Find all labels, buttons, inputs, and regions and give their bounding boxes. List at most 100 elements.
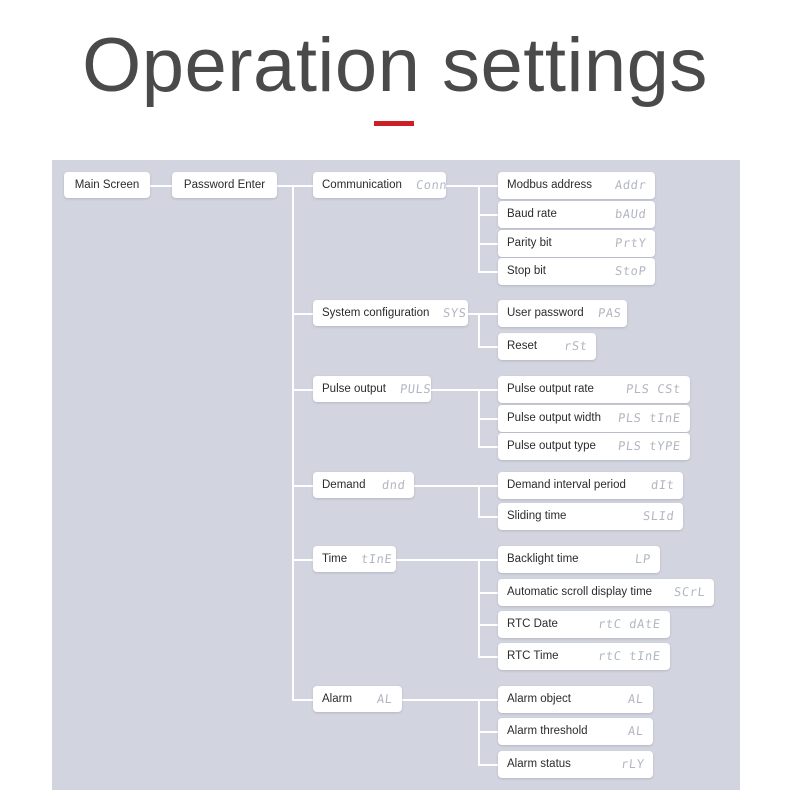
node-group-communication-label: Communication [322,179,402,191]
node-item-sliding-time-code: SLId [642,509,675,523]
connector-demand-item-0 [478,485,498,487]
node-group-system-configuration-code: SYS [442,306,468,320]
connector-comm-item-3 [478,271,498,273]
node-item-stop-bit-label: Stop bit [507,265,546,277]
node-main-screen-label: Main Screen [74,179,140,191]
node-group-time[interactable]: Time tInE [313,546,396,572]
connector-system-item-1 [478,346,498,348]
connector-comm-item-2 [478,243,498,245]
node-item-baud-rate-code: bAUd [614,207,647,221]
node-item-stop-bit[interactable]: Stop bit StoP [498,258,655,285]
connector-trunk-to-communication [292,185,313,187]
connector-pulse-item-1 [478,418,498,420]
connector-trunk-to-demand [292,485,313,487]
node-item-alarm-threshold[interactable]: Alarm threshold AL [498,718,653,745]
node-item-rtc-date-code: rtC dAtE [597,617,662,631]
node-item-rtc-date[interactable]: RTC Date rtC dAtE [498,611,670,638]
node-item-sliding-time[interactable]: Sliding time SLId [498,503,683,530]
connector-pulse-item-2 [478,446,498,448]
node-password-enter[interactable]: Password Enter [172,172,277,198]
subtrunk-time [478,559,480,657]
node-item-pulse-output-rate-label: Pulse output rate [507,383,594,395]
connector-time-item-2 [478,624,498,626]
subtrunk-system-configuration [478,313,480,347]
connector-alarm-item-2 [478,764,498,766]
node-group-system-configuration[interactable]: System configuration SYS [313,300,468,326]
connector-comm-item-0 [478,185,498,187]
node-item-user-password-label: User password [507,307,584,319]
node-main-screen[interactable]: Main Screen [64,172,150,198]
node-item-automatic-scroll-display-time-label: Automatic scroll display time [507,586,653,598]
node-group-time-code: tInE [360,552,394,566]
page-root: Operation settings Main Screen Password … [0,0,790,809]
node-item-automatic-scroll-display-time[interactable]: Automatic scroll display time SCrL [498,579,714,606]
node-item-backlight-time-code: LP [634,552,652,566]
node-item-modbus-address-code: Addr [614,178,647,192]
node-item-sliding-time-label: Sliding time [507,510,567,522]
connector-main-trunk [292,185,294,699]
connector-trunk-to-time [292,559,313,561]
node-item-reset-label: Reset [507,340,538,352]
node-item-rtc-time-label: RTC Time [507,650,559,662]
node-item-alarm-status[interactable]: Alarm status rLY [498,751,653,778]
node-item-modbus-address[interactable]: Modbus address Addr [498,172,655,199]
node-item-reset[interactable]: Reset rSt [498,333,596,360]
connector-communication-to-subtrunk [446,185,479,187]
connector-trunk-to-pulse-output [292,389,313,391]
node-item-baud-rate-label: Baud rate [507,208,557,220]
node-group-pulse-output-label: Pulse output [322,383,386,395]
connector-comm-item-1 [478,214,498,216]
node-item-user-password-code: PAS [597,306,622,320]
node-item-pulse-output-rate-code: PLS CSt [625,382,682,396]
connector-time-to-subtrunk [396,559,479,561]
node-group-alarm[interactable]: Alarm AL [313,686,402,712]
node-item-pulse-output-rate[interactable]: Pulse output rate PLS CSt [498,376,690,403]
node-item-demand-interval-period[interactable]: Demand interval period dIt [498,472,683,499]
node-item-pulse-output-type[interactable]: Pulse output type PLS tYPE [498,433,690,460]
node-group-demand-label: Demand [322,479,366,491]
node-group-pulse-output[interactable]: Pulse output PULS [313,376,432,402]
node-item-backlight-time[interactable]: Backlight time LP [498,546,660,573]
node-item-alarm-object-label: Alarm object [507,693,571,705]
connector-pulse-item-0 [478,389,498,391]
node-item-user-password[interactable]: User password PAS [498,300,627,327]
node-item-baud-rate[interactable]: Baud rate bAUd [498,201,655,228]
node-group-system-configuration-label: System configuration [322,307,430,319]
subtrunk-demand [478,485,480,516]
connector-alarm-item-1 [478,731,498,733]
connector-alarm-item-0 [478,699,498,701]
connector-time-item-1 [478,592,498,594]
connector-root-to-gate [150,185,172,187]
node-group-alarm-code: AL [376,692,394,706]
connector-time-item-0 [478,559,498,561]
node-item-rtc-time[interactable]: RTC Time rtC tInE [498,643,670,670]
node-item-alarm-object-code: AL [627,692,645,706]
node-item-rtc-date-label: RTC Date [507,618,558,630]
connector-system-item-0 [478,313,498,315]
node-item-pulse-output-width-label: Pulse output width [507,412,601,424]
node-group-demand[interactable]: Demand dnd [313,472,414,498]
node-item-alarm-threshold-code: AL [627,724,645,738]
node-item-backlight-time-label: Backlight time [507,553,579,565]
node-item-alarm-threshold-label: Alarm threshold [507,725,588,737]
node-group-communication[interactable]: Communication Conn [313,172,448,198]
node-item-alarm-status-label: Alarm status [507,758,571,770]
page-title: Operation settings [82,23,708,108]
node-item-demand-interval-period-code: dIt [649,478,675,492]
node-item-parity-bit-label: Parity bit [507,237,552,249]
node-item-stop-bit-code: StoP [614,264,647,278]
node-item-pulse-output-type-label: Pulse output type [507,440,596,452]
node-group-demand-code: dnd [380,478,406,492]
node-password-enter-label: Password Enter [183,179,266,191]
node-group-pulse-output-code: PULS [399,382,432,396]
node-item-parity-bit[interactable]: Parity bit PrtY [498,230,655,257]
connector-alarm-to-subtrunk [402,699,479,701]
connector-time-item-3 [478,656,498,658]
node-item-pulse-output-width[interactable]: Pulse output width PLS tInE [498,405,690,432]
node-item-pulse-output-type-code: PLS tYPE [617,439,682,453]
node-item-alarm-object[interactable]: Alarm object AL [498,686,653,713]
node-item-reset-code: rSt [562,339,588,353]
connector-demand-item-1 [478,516,498,518]
node-item-rtc-time-code: rtC tInE [597,649,662,663]
subtrunk-communication [478,185,480,271]
